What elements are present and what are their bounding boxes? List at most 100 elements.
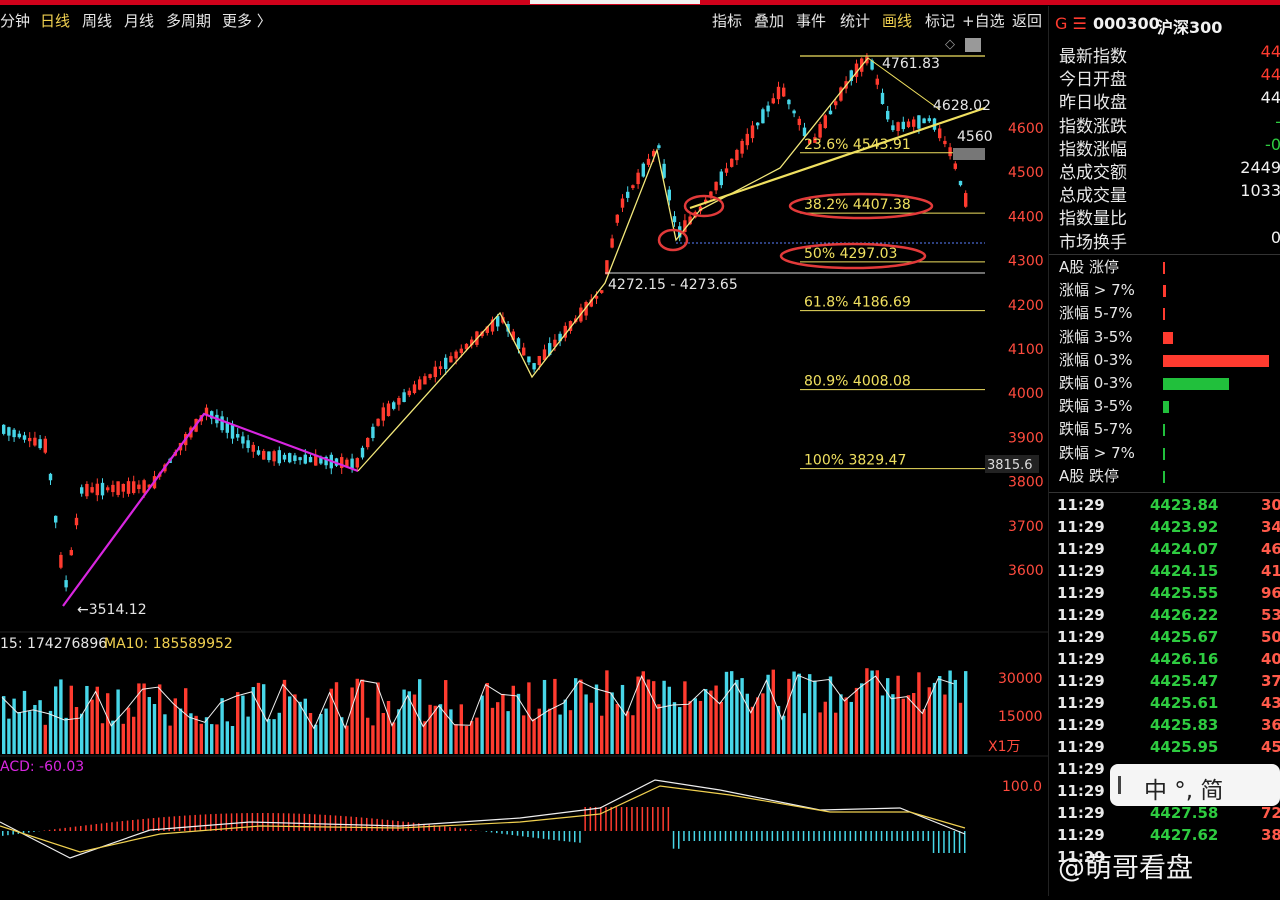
kline-chart-svg[interactable]: 4600450044004300420041004000390038003700…: [0, 32, 1048, 896]
macd-bar: [683, 831, 685, 841]
button-draw-line[interactable]: 画线: [882, 10, 912, 31]
highlight-pivot-2: [659, 230, 687, 250]
volume-bar: [579, 680, 582, 754]
panel-toggle-icon[interactable]: [965, 38, 981, 52]
macd-bar: [772, 831, 774, 841]
kline-chart-area[interactable]: 4600450044004300420041004000390038003700…: [0, 32, 1048, 896]
candle-body: [434, 367, 437, 377]
tab-minute[interactable]: 分钟: [0, 10, 30, 31]
volume-bar: [954, 680, 957, 754]
candle-body: [288, 453, 291, 462]
candle-body: [631, 185, 634, 188]
macd-bar: [314, 814, 316, 831]
macd-bar: [319, 815, 321, 831]
ime-toolbar[interactable]: 中 °, 简: [1110, 764, 1280, 806]
candle-body: [751, 125, 754, 138]
candle-body: [106, 487, 109, 490]
volume-bar: [595, 685, 598, 754]
macd-bar: [943, 831, 945, 853]
volume-bar: [543, 680, 546, 754]
tab-weekly[interactable]: 周线: [82, 10, 112, 31]
candle-body: [714, 182, 717, 191]
volume-bar: [153, 704, 156, 754]
button-mark[interactable]: 标记: [925, 10, 955, 31]
stat-value: 44: [1261, 88, 1280, 107]
volume-bar: [730, 671, 733, 754]
tick-time: 11:29: [1057, 672, 1105, 690]
button-add-watchlist[interactable]: +自选: [962, 10, 1005, 31]
candle-body: [18, 434, 21, 438]
macd-bar: [491, 831, 493, 832]
macd-bar: [111, 822, 113, 831]
candle-body: [959, 181, 962, 185]
volume-bar: [844, 697, 847, 754]
volume-bar: [283, 680, 286, 754]
macd-bar: [954, 831, 956, 853]
tab-multi-period[interactable]: 多周期: [166, 10, 211, 31]
price-axis-label: 3800: [1008, 475, 1044, 491]
tick-time: 11:29: [1057, 782, 1105, 800]
button-overlay[interactable]: 叠加: [754, 10, 784, 31]
macd-bar: [902, 831, 904, 841]
vol-axis-15000: 15000: [998, 709, 1043, 725]
volume-bar: [101, 723, 104, 754]
diamond-icon[interactable]: ◇: [945, 37, 955, 52]
volume-bar: [709, 691, 712, 754]
volume-bar: [860, 683, 863, 754]
tab-more[interactable]: 更多 〉: [222, 10, 272, 31]
macd-bar: [64, 828, 66, 831]
candle-body: [267, 451, 270, 460]
macd-bar: [616, 807, 618, 831]
volume-bar: [522, 715, 525, 754]
wave-line-trend: [358, 58, 868, 471]
volume-bar: [662, 681, 665, 754]
volume-bar: [886, 678, 889, 754]
candle-body: [80, 487, 83, 493]
macd-bar: [959, 831, 961, 853]
volume-bar: [532, 719, 535, 754]
fib-label: 23.6% 4543.91: [804, 137, 911, 153]
volume-bar: [735, 680, 738, 754]
button-statistics[interactable]: 统计: [840, 10, 870, 31]
button-back[interactable]: 返回: [1012, 10, 1042, 31]
ime-status[interactable]: 中 °, 简: [1144, 771, 1223, 805]
macd-bar: [475, 830, 477, 831]
volume-bar: [694, 698, 697, 754]
macd-bar: [408, 822, 410, 831]
volume-bar: [782, 716, 785, 754]
button-indicator[interactable]: 指标: [712, 10, 742, 31]
volume-bar: [486, 683, 489, 754]
stat-label: 市场换手: [1059, 228, 1127, 253]
volume-bar: [454, 724, 457, 754]
ime-handle[interactable]: [1118, 776, 1121, 794]
candle-body: [938, 128, 941, 138]
vol-ma10-label: MA10: 185589952: [104, 636, 233, 652]
volume-bar: [751, 707, 754, 754]
volume-bar: [85, 686, 88, 754]
candle-body: [283, 455, 286, 460]
macd-bar: [896, 831, 898, 841]
tab-monthly[interactable]: 月线: [124, 10, 154, 31]
volume-bar: [262, 684, 265, 754]
tick-vol: 53: [1261, 606, 1280, 624]
tick-time: 11:29: [1057, 518, 1105, 536]
tab-daily[interactable]: 日线: [40, 10, 70, 31]
volume-bar: [673, 702, 676, 754]
button-events[interactable]: 事件: [796, 10, 826, 31]
volume-bar: [210, 724, 213, 754]
volume-bar: [621, 685, 624, 754]
macd-bar: [538, 831, 540, 838]
candle-body: [922, 118, 925, 123]
fib-label: 100% 3829.47: [804, 453, 906, 469]
macd-bar: [933, 831, 935, 853]
price-axis-label: 3900: [1008, 430, 1044, 446]
volume-bar: [907, 695, 910, 754]
volume-bar: [527, 682, 530, 754]
volume-bar: [652, 681, 655, 754]
volume-bar: [80, 714, 83, 754]
candle-body: [761, 109, 764, 123]
macd-bar: [657, 807, 659, 831]
macd-bar: [652, 807, 654, 831]
candle-body: [834, 101, 837, 105]
macd-bar: [699, 831, 701, 841]
